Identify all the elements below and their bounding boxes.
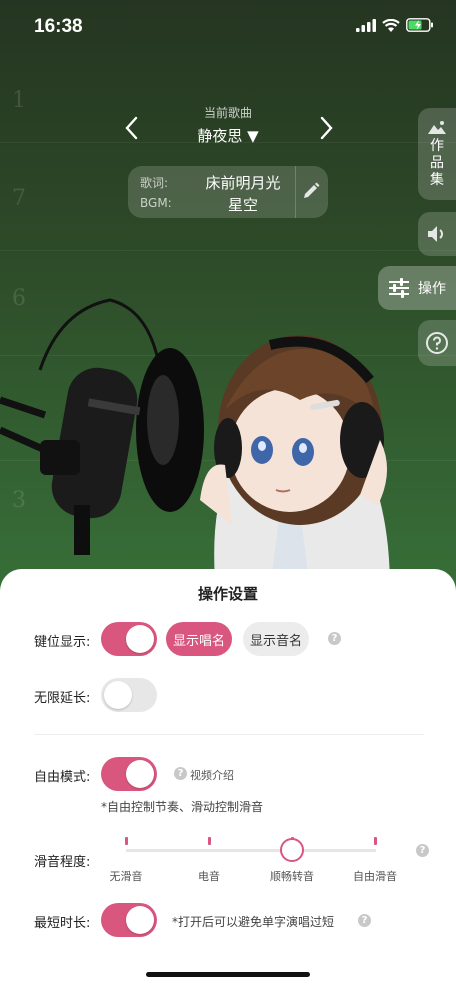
- slider-tick: [208, 837, 211, 845]
- glide-option-label[interactable]: 顺畅转音: [257, 868, 327, 884]
- toggle-knob: [126, 906, 154, 934]
- pencil-icon[interactable]: [300, 180, 322, 202]
- glide-option-label[interactable]: 电音: [174, 868, 244, 884]
- key-display-toggle[interactable]: [101, 622, 157, 656]
- min-duration-hint: *打开后可以避免单字演唱过短: [172, 915, 335, 929]
- bgm-value: 星空: [227, 196, 258, 214]
- singer-girl: [200, 335, 390, 590]
- show-note-name-button[interactable]: 显示音名: [243, 622, 309, 656]
- glide-level-label: 滑音程度:: [34, 855, 91, 870]
- signal-icon: [356, 18, 376, 32]
- song-caption: 当前歌曲: [203, 106, 252, 120]
- video-intro-link[interactable]: 视频介绍: [190, 767, 234, 783]
- lyrics-divider: [295, 166, 296, 218]
- operation-settings-sheet: 操作设置 键位显示: 显示唱名 显示音名 ? 无限延长: 自由模式: ? 视频介…: [0, 569, 456, 988]
- infinite-extend-toggle[interactable]: [101, 678, 157, 712]
- lyrics-value: 床前明月光: [205, 174, 281, 192]
- show-solfege-button[interactable]: 显示唱名: [166, 622, 232, 656]
- bgm-label: BGM:: [140, 196, 172, 210]
- help-icon[interactable]: ?: [416, 844, 429, 857]
- sheet-title: 操作设置: [197, 585, 258, 603]
- wifi-icon: [382, 18, 400, 32]
- volume-button[interactable]: [418, 212, 456, 256]
- works-button[interactable]: 作品集: [418, 108, 456, 200]
- slider-tick: [125, 837, 128, 845]
- status-time: 16:38: [34, 16, 83, 37]
- song-selector[interactable]: 当前歌曲 静夜思 ▼: [120, 104, 336, 154]
- image-icon: [428, 121, 446, 134]
- toggle-knob: [104, 681, 132, 709]
- glide-option-label[interactable]: 自由滑音: [340, 868, 410, 884]
- lyrics-label: 歌词:: [140, 176, 169, 190]
- lyrics-card[interactable]: 歌词: 床前明月光 BGM: 星空: [128, 166, 328, 218]
- works-label: 作品集: [430, 138, 444, 188]
- free-mode-label: 自由模式:: [34, 770, 91, 785]
- glide-slider-thumb[interactable]: [280, 838, 304, 862]
- home-indicator: [146, 972, 310, 977]
- section-divider: [34, 734, 424, 735]
- song-name[interactable]: 静夜思 ▼: [120, 125, 336, 146]
- free-mode-toggle[interactable]: [101, 757, 157, 791]
- status-icons: [356, 18, 434, 32]
- min-duration-label: 最短时长:: [34, 916, 91, 931]
- singer-illustration: [0, 298, 390, 590]
- toggle-knob: [126, 625, 154, 653]
- microphone-icon: [0, 298, 204, 555]
- help-icon[interactable]: ?: [328, 632, 341, 645]
- slider-tick: [374, 837, 377, 845]
- toggle-knob: [126, 760, 154, 788]
- help-icon[interactable]: ?: [174, 767, 187, 780]
- infinite-extend-label: 无限延长:: [34, 691, 91, 706]
- staff-number: 7: [12, 186, 26, 211]
- status-bar: 16:38: [0, 0, 456, 56]
- glide-level-slider[interactable]: [126, 849, 376, 852]
- key-display-label: 键位显示:: [34, 635, 91, 650]
- help-icon[interactable]: ?: [358, 914, 371, 927]
- min-duration-toggle[interactable]: [101, 903, 157, 937]
- free-mode-hint: *自由控制节奏、滑动控制滑音: [101, 800, 264, 814]
- glide-option-label[interactable]: 无滑音: [91, 868, 161, 884]
- battery-charging-icon: [406, 18, 433, 32]
- staff-number: 1: [12, 88, 26, 113]
- speaker-icon: [428, 226, 443, 242]
- staff-line: [0, 250, 456, 251]
